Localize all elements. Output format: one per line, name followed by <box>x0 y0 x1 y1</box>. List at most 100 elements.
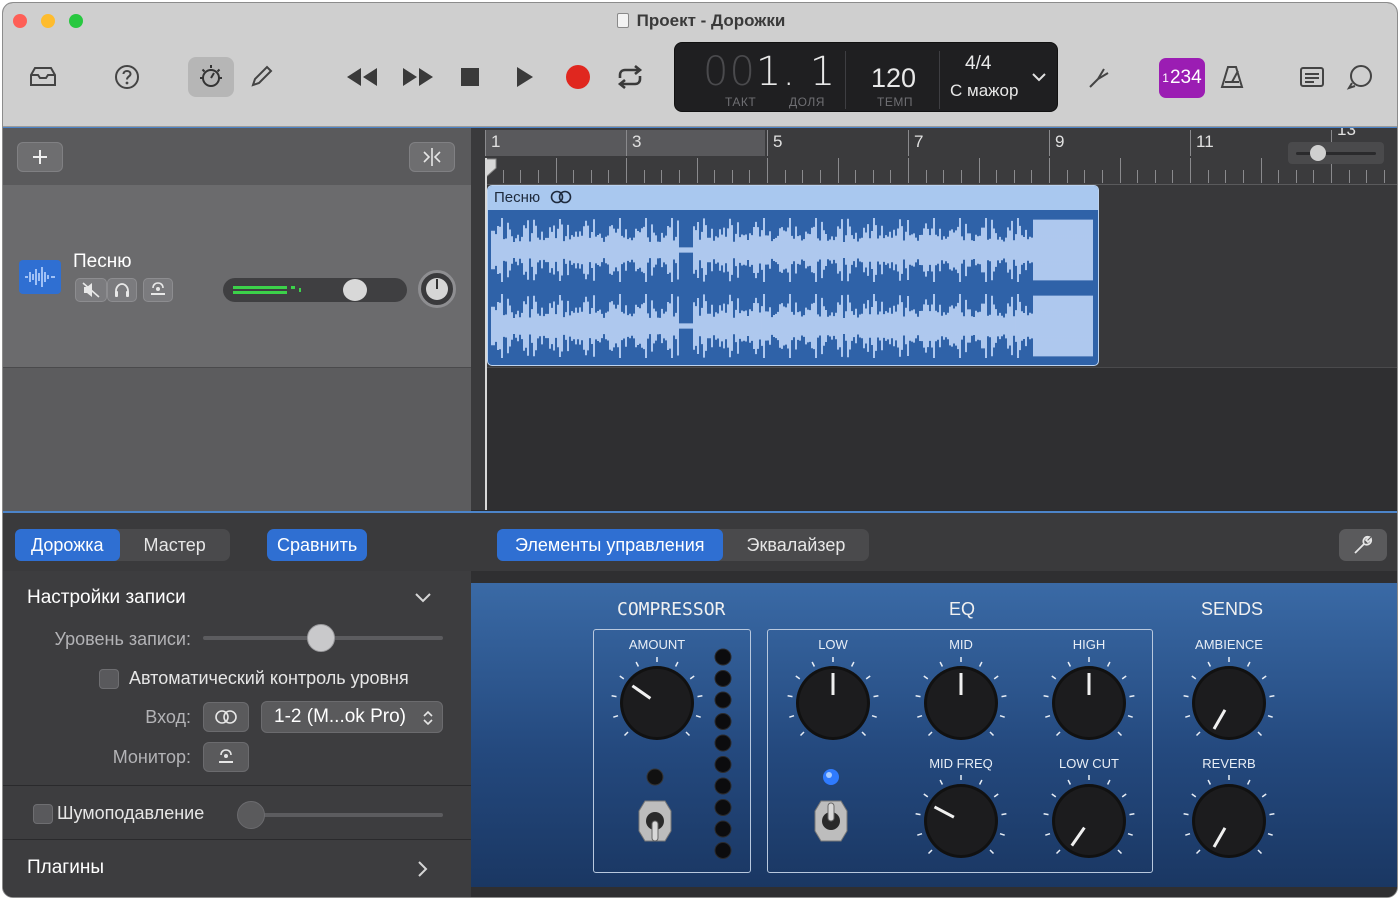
playhead[interactable] <box>485 158 487 510</box>
input-format-button[interactable] <box>203 702 249 732</box>
high-knob[interactable] <box>1039 653 1139 753</box>
solo-button[interactable] <box>107 278 137 302</box>
catch-playhead-button[interactable] <box>409 142 455 172</box>
forward-button[interactable] <box>395 57 441 97</box>
pan-knob[interactable] <box>418 270 456 308</box>
help-button[interactable] <box>104 57 150 97</box>
chevron-down-icon[interactable] <box>413 589 433 605</box>
editors-button[interactable] <box>238 57 284 97</box>
input-monitoring-button[interactable] <box>143 278 173 302</box>
noise-gate-label: Шумоподавление <box>57 803 205 823</box>
add-track-button[interactable] <box>17 142 63 172</box>
tab-master[interactable]: Мастер <box>120 529 230 561</box>
ruler-beat-tick <box>537 170 539 183</box>
smart-controls-icon <box>200 65 222 87</box>
notepad-button[interactable] <box>1289 57 1335 97</box>
tab-track[interactable]: Дорожка <box>15 529 120 561</box>
audio-track-icon <box>19 260 61 294</box>
ruler-bar-number: 11 <box>1196 132 1214 151</box>
timeline-empty-area[interactable] <box>485 368 1397 510</box>
stop-button[interactable] <box>447 57 493 97</box>
noise-gate-checkbox[interactable] <box>33 804 53 824</box>
track-list-empty-area[interactable] <box>3 368 471 511</box>
ruler-major-tick <box>1049 130 1050 156</box>
zoom-slider[interactable] <box>1288 142 1384 164</box>
tab-equalizer[interactable]: Эквалайзер <box>723 529 870 561</box>
ruler-beat-tick <box>1313 170 1315 183</box>
lcd-separator <box>939 51 940 109</box>
ruler-beat-tick <box>1154 170 1156 183</box>
record-settings-header[interactable]: Настройки записи <box>27 587 186 609</box>
rewind-button[interactable] <box>339 57 385 97</box>
chevron-right-icon[interactable] <box>415 859 429 879</box>
metronome-button[interactable] <box>1209 57 1255 97</box>
auto-level-checkbox[interactable] <box>99 669 119 689</box>
smart-controls-inspector-button[interactable] <box>1339 529 1387 561</box>
loop-browser-icon <box>1346 65 1372 90</box>
tab-controls[interactable]: Элементы управления <box>497 529 723 561</box>
ruler-beat-tick <box>802 170 804 183</box>
ambience-knob[interactable] <box>1179 653 1279 753</box>
ruler-beat-tick <box>502 170 504 183</box>
track-divider[interactable] <box>471 127 485 510</box>
record-level-thumb[interactable] <box>307 624 335 652</box>
compare-button[interactable]: Сравнить <box>267 529 368 561</box>
ruler[interactable]: 1 3 5 7 9 11 13 <box>485 127 1397 185</box>
smart-controls-button[interactable] <box>188 57 234 97</box>
volume-slider-thumb[interactable] <box>343 279 367 301</box>
tuner-button[interactable] <box>1077 57 1123 97</box>
cycle-button[interactable] <box>607 57 653 97</box>
ruler-beat-tick <box>749 170 751 183</box>
mid-freq-knob[interactable] <box>911 771 1011 871</box>
cycle-region[interactable] <box>485 130 765 156</box>
amount-knob[interactable] <box>607 653 707 753</box>
ruler-beat-tick <box>1084 170 1086 183</box>
lcd-display[interactable]: 001. 1 ТАКТ ДОЛЯ 120 ТЕМП 4/4 С мажор <box>674 42 1058 112</box>
ruler-beat-tick <box>555 158 557 183</box>
noise-gate-slider[interactable] <box>243 813 443 817</box>
compressor-toggle-switch[interactable] <box>635 797 675 847</box>
window-title: Проект - Дорожки <box>3 11 1397 31</box>
lcd-beat-label: ДОЛЯ <box>789 95 825 109</box>
monitor-icon <box>219 749 233 763</box>
ruler-beat-tick <box>1172 170 1174 183</box>
region-header[interactable] <box>488 186 1098 210</box>
eq-toggle-switch[interactable] <box>811 797 851 847</box>
ambience-label: AMBIENCE <box>1195 637 1263 652</box>
ruler-bar-number: 13 <box>1337 127 1356 139</box>
level-meter <box>233 286 301 294</box>
play-button[interactable] <box>501 57 547 97</box>
lcd-time-signature[interactable]: 4/4 <box>965 53 991 75</box>
ruler-beat-tick <box>943 170 945 183</box>
controls-eq-segmented-control: Элементы управления Эквалайзер <box>497 529 870 561</box>
count-in-button[interactable]: 1 234 <box>1159 58 1205 98</box>
mid-knob[interactable] <box>911 653 1011 753</box>
noise-gate-thumb[interactable] <box>237 801 265 829</box>
loop-browser-button[interactable] <box>1337 57 1383 97</box>
record-button[interactable] <box>555 57 601 97</box>
track-name[interactable]: Песню <box>73 251 131 273</box>
lcd-key[interactable]: С мажор <box>950 81 1018 101</box>
ruler-beat-tick <box>1295 170 1297 183</box>
monitor-button[interactable] <box>203 742 249 772</box>
input-source-select[interactable]: 1-2 (M...ok Pro) <box>261 701 443 733</box>
reverb-knob[interactable] <box>1179 771 1279 871</box>
ruler-beat-tick <box>784 170 786 183</box>
chevron-down-icon[interactable] <box>1031 65 1047 89</box>
low-cut-label: LOW CUT <box>1059 756 1119 771</box>
track-row[interactable]: Песню <box>3 185 471 368</box>
tracks-timeline[interactable]: 1 3 5 7 9 11 13 Песню <box>485 127 1397 510</box>
metronome-icon <box>1220 66 1244 88</box>
ruler-beat-tick <box>837 158 839 183</box>
low-knob[interactable] <box>783 653 883 753</box>
ruler-beat-tick <box>731 170 733 183</box>
low-cut-knob[interactable] <box>1039 771 1139 871</box>
lcd-tempo[interactable]: 120 <box>871 63 916 94</box>
mute-button[interactable] <box>75 278 107 302</box>
library-button[interactable] <box>20 57 66 97</box>
audio-region[interactable]: Песню <box>487 185 1099 366</box>
ruler-beat-tick <box>978 158 980 183</box>
ruler-bar-number: 9 <box>1055 132 1065 151</box>
zoom-thumb[interactable] <box>1310 145 1326 161</box>
plugins-header[interactable]: Плагины <box>27 857 104 879</box>
